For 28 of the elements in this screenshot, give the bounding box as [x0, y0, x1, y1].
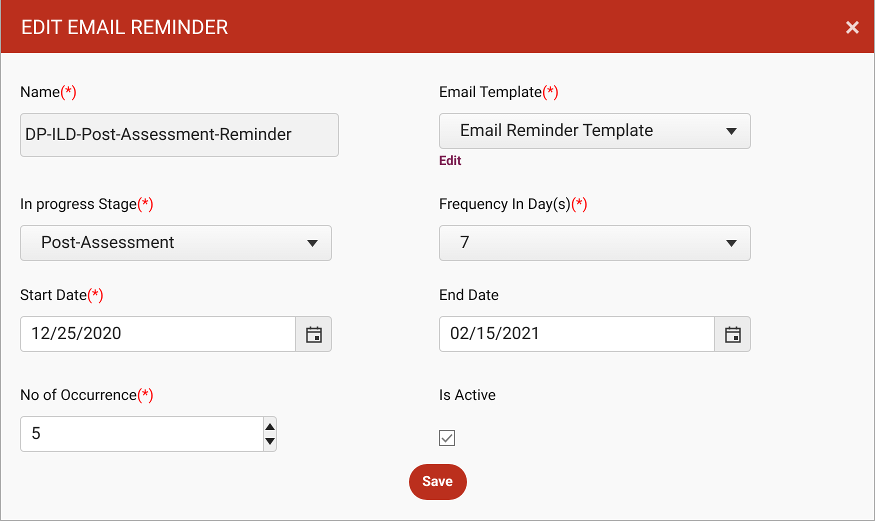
edit-link[interactable]: Edit [439, 154, 462, 169]
field-label: Is Active [439, 386, 496, 404]
dropdown[interactable]: 7 [439, 225, 751, 261]
field-label: Frequency In Day(s)(*) [439, 195, 588, 213]
up-down-arrows-icon [264, 421, 276, 447]
spinner-button[interactable] [264, 416, 277, 452]
caret-icon [726, 240, 737, 246]
dropdown[interactable]: Post-Assessment [20, 225, 332, 261]
field-label: Start Date(*) [20, 286, 104, 304]
calendar-button[interactable] [296, 316, 332, 352]
calendar-button[interactable] [715, 316, 751, 352]
field-label: In progress Stage(*) [20, 195, 154, 213]
caret-icon [307, 240, 318, 246]
calendar-icon [306, 326, 322, 342]
field-label: No of Occurrence(*) [20, 386, 154, 404]
field-label: Name(*) [20, 83, 77, 101]
date-field[interactable]: 02/15/2021 [439, 316, 715, 352]
save-button[interactable]: Save [408, 464, 466, 500]
calendar-icon [724, 326, 740, 342]
number-field[interactable]: 5 [20, 416, 264, 452]
checkbox[interactable] [439, 430, 455, 446]
field-label: Email Template(*) [439, 83, 559, 101]
field-label: End Date [439, 286, 499, 304]
caret-icon [726, 128, 737, 134]
close-button[interactable]: × [844, 14, 860, 40]
dialog-title: EDIT EMAIL REMINDER [21, 14, 228, 38]
date-field[interactable]: 12/25/2020 [20, 316, 296, 352]
dropdown[interactable]: Email Reminder Template [439, 113, 751, 149]
